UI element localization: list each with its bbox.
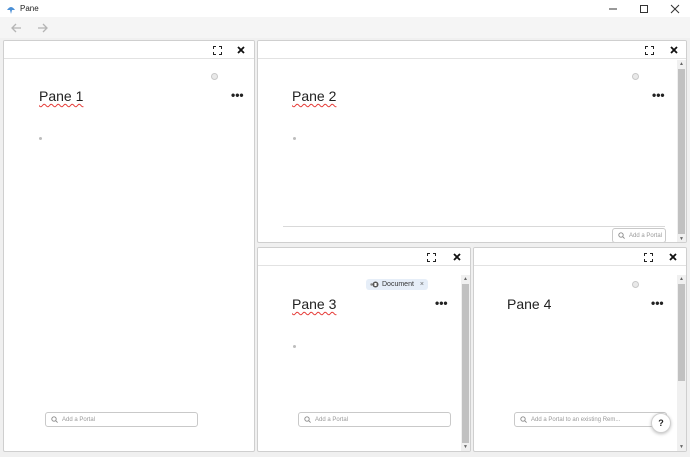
bullet-point[interactable] [39,137,42,140]
add-portal-input[interactable]: Add a Portal [612,228,666,242]
pane-title[interactable]: Pane 1 [39,88,83,104]
divider [283,226,665,227]
navigation-bar [0,17,690,38]
more-icon[interactable]: ••• [435,296,448,310]
scroll-down-icon[interactable]: ▼ [677,235,686,242]
close-pane-icon[interactable] [666,250,680,264]
window-title: Pane [20,4,39,13]
more-icon[interactable]: ••• [651,296,664,310]
title-bar: Pane [0,0,690,17]
scroll-up-icon[interactable]: ▲ [461,275,470,283]
bullet-point[interactable] [293,345,296,348]
pane-toolbar [474,248,686,266]
scroll-up-icon[interactable]: ▲ [677,60,686,68]
pane-toolbar [258,41,686,59]
search-icon [520,416,527,423]
scroll-thumb[interactable] [462,284,469,443]
portal-placeholder: Add a Portal to an existing Rem... [531,416,621,423]
tag-label: Document [382,281,414,288]
maximize-icon [639,4,648,13]
search-icon [618,232,625,239]
minimize-button[interactable] [597,0,628,17]
pane-toolbar [4,41,254,59]
pane-3: Document × Pane 3 ••• Add a Portal ▲ ▼ [257,247,471,452]
app-icon [6,4,16,14]
add-portal-input[interactable]: Add a Portal to an existing Rem... [514,412,667,427]
expand-icon[interactable] [424,250,438,264]
pane-title[interactable]: Pane 2 [292,88,336,104]
tag-close-icon[interactable]: × [420,281,424,288]
add-portal-input[interactable]: Add a Portal [298,412,451,427]
close-pane-icon[interactable] [450,250,464,264]
more-icon[interactable]: ••• [652,88,665,102]
search-icon [51,416,58,423]
maximize-button[interactable] [628,0,659,17]
status-ring-icon [632,73,639,80]
pane-title[interactable]: Pane 4 [507,296,551,312]
expand-icon[interactable] [641,250,655,264]
scroll-down-icon[interactable]: ▼ [461,443,470,451]
scrollbar[interactable]: ▲ ▼ [677,275,686,451]
close-icon [670,4,679,13]
scroll-down-icon[interactable]: ▼ [677,443,686,451]
search-icon [304,416,311,423]
status-ring-icon [632,281,639,288]
document-icon [370,281,379,288]
pane-1: Pane 1 ••• Add a Portal [3,40,255,452]
portal-placeholder: Add a Portal [629,232,663,239]
scroll-up-icon[interactable]: ▲ [677,275,686,283]
portal-placeholder: Add a Portal [315,416,349,423]
portal-placeholder: Add a Portal [62,416,96,423]
expand-icon[interactable] [642,43,656,57]
more-icon[interactable]: ••• [231,88,244,102]
close-pane-icon[interactable] [667,43,681,57]
scroll-thumb[interactable] [678,69,685,234]
forward-arrow-icon[interactable] [35,21,49,35]
minimize-icon [608,8,617,9]
pane-2: Pane 2 ••• Add a Portal ▲ ▼ [257,40,687,243]
status-ring-icon [211,73,218,80]
back-arrow-icon[interactable] [9,21,23,35]
expand-icon[interactable] [210,43,224,57]
close-pane-icon[interactable] [234,43,248,57]
close-window-button[interactable] [659,0,690,17]
pane-title[interactable]: Pane 3 [292,296,336,312]
add-portal-input[interactable]: Add a Portal [45,412,198,427]
scrollbar[interactable]: ▲ ▼ [461,275,470,451]
document-tag[interactable]: Document × [366,279,428,290]
help-icon[interactable]: ? [651,413,671,433]
pane-toolbar [258,248,470,266]
scrollbar[interactable]: ▲ ▼ [677,60,686,242]
bullet-point[interactable] [293,137,296,140]
scroll-thumb[interactable] [678,284,685,381]
